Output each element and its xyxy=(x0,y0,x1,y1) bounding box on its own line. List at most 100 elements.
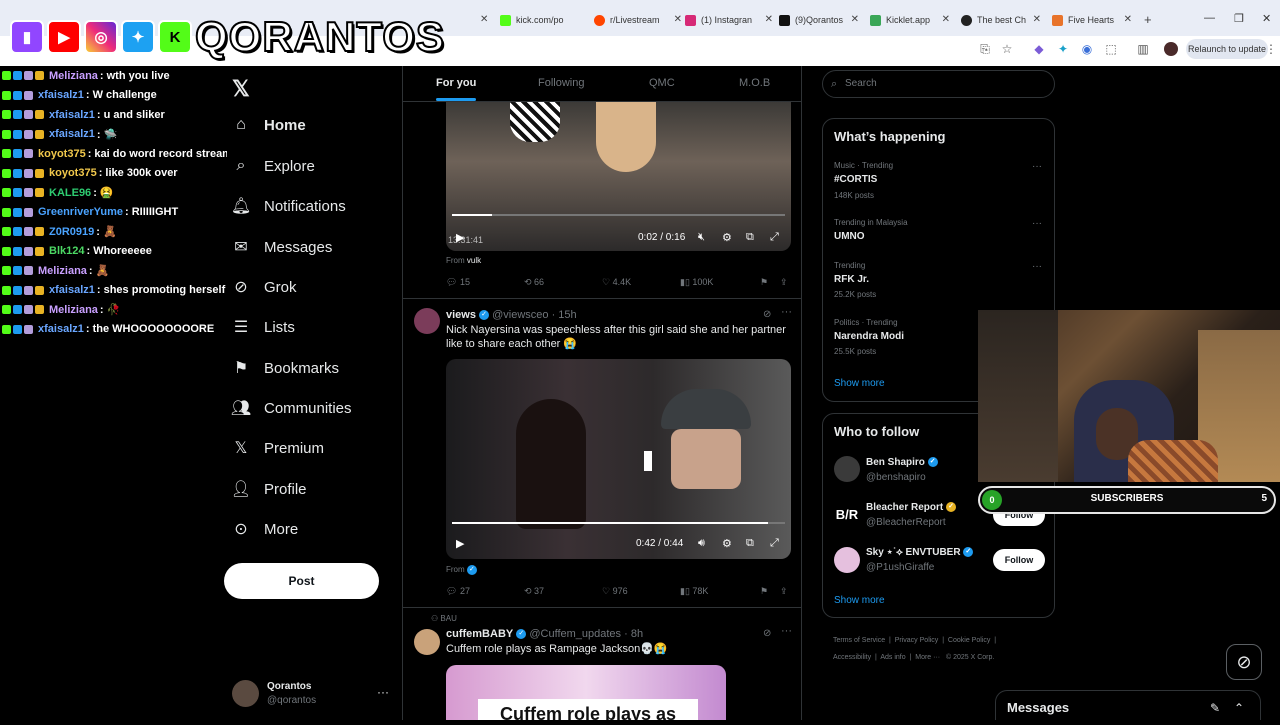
browser-tab[interactable]: Kicklet.app ✕ xyxy=(870,8,950,32)
avatar[interactable]: B/R xyxy=(834,502,860,528)
avatar[interactable] xyxy=(834,456,860,482)
picture-in-picture-icon[interactable]: ⧉ xyxy=(746,537,754,550)
chat-username[interactable]: xfaisalz1 xyxy=(38,89,84,101)
author-handle[interactable]: @Cuffem_updates xyxy=(529,628,621,640)
more-options-icon[interactable]: ··· xyxy=(781,306,792,318)
nav-bookmarks[interactable]: ⚑ Bookmarks xyxy=(232,353,339,383)
chat-username[interactable]: xfaisalz1 xyxy=(49,109,95,121)
grok-icon[interactable]: ⊘ xyxy=(763,628,771,639)
new-tab-button[interactable]: + xyxy=(1144,12,1152,27)
sidebar-icon[interactable]: ▥ xyxy=(1136,42,1150,56)
more-options-icon[interactable]: ··· xyxy=(1032,218,1042,229)
browser-tab[interactable]: (9)Qorantos ✕ xyxy=(779,8,859,32)
grok-icon[interactable]: ⊘ xyxy=(763,309,771,320)
play-icon[interactable]: ▶ xyxy=(456,537,464,550)
close-tab-icon[interactable]: ✕ xyxy=(1033,14,1041,25)
avatar[interactable] xyxy=(414,629,440,655)
extension-icon[interactable]: ◆ xyxy=(1032,42,1046,56)
fullscreen-icon[interactable]: ⤢ xyxy=(770,231,779,244)
post-button[interactable]: Post xyxy=(224,563,379,599)
chat-username[interactable]: xfaisalz1 xyxy=(49,284,95,296)
share-icon[interactable]: ⇪ xyxy=(780,586,788,597)
tab-mob[interactable]: M.O.B xyxy=(739,77,770,89)
close-window-icon[interactable]: ✕ xyxy=(1262,12,1271,25)
footer-link[interactable]: Privacy Policy xyxy=(895,637,939,644)
follow-name[interactable]: Sky ⋆˙⟡ ENVTUBER ✓ xyxy=(866,547,974,558)
bookmark-star-icon[interactable]: ☆ xyxy=(1000,42,1014,56)
footer-link[interactable]: More ··· xyxy=(915,654,940,661)
follow-name[interactable]: Ben Shapiro ✓ xyxy=(866,457,938,468)
video-progress-track[interactable] xyxy=(452,214,785,216)
nav-profile[interactable]: 👤︎ Profile xyxy=(231,474,307,504)
close-tab-icon[interactable]: ✕ xyxy=(942,14,950,25)
avatar[interactable] xyxy=(414,308,440,334)
more-options-icon[interactable]: ··· xyxy=(377,685,389,699)
nav-premium[interactable]: 𝕏 Premium xyxy=(232,433,324,463)
reply-button[interactable]: 💬︎ 15 xyxy=(446,277,470,288)
browser-tab[interactable]: (1) Instagran ✕ xyxy=(685,8,773,32)
tweet-video[interactable]: ▶ 0:42 / 0:44 🔊︎ ⚙ ⧉ ⤢ xyxy=(446,359,791,559)
more-options-icon[interactable]: ··· xyxy=(781,625,792,637)
chat-username[interactable]: Blk124 xyxy=(49,245,84,257)
chat-username[interactable]: GreenriverYume xyxy=(38,206,123,218)
nav-lists[interactable]: ☰ Lists xyxy=(232,312,295,342)
minimize-icon[interactable]: — xyxy=(1204,12,1215,24)
chat-username[interactable]: koyot375 xyxy=(49,167,97,179)
tweet-video[interactable]: 13:31:41 ▶ 0:02 / 0:16 🔇︎ ⚙ ⧉ ⤢ xyxy=(446,102,791,251)
nav-explore[interactable]: ⌕ Explore xyxy=(232,151,315,181)
bookmark-icon[interactable]: ⚑ xyxy=(760,277,768,288)
chat-username[interactable]: xfaisalz1 xyxy=(49,128,95,140)
tab-for-you[interactable]: For you xyxy=(436,77,477,101)
close-tab-icon[interactable]: ✕ xyxy=(765,14,773,25)
nav-home[interactable]: ⌂ Home xyxy=(232,110,306,140)
nav-more[interactable]: ⊙ More xyxy=(232,514,298,544)
browser-tab[interactable]: The best Ch ✕ xyxy=(961,8,1041,32)
play-icon[interactable]: ▶ xyxy=(456,231,464,244)
browser-tab[interactable]: kick.com/po xyxy=(500,8,588,32)
fullscreen-icon[interactable]: ⤢ xyxy=(770,537,779,550)
restore-icon[interactable]: ❐ xyxy=(1234,12,1244,25)
share-icon[interactable]: ⇪ xyxy=(780,277,788,288)
nav-communities[interactable]: 👥︎ Communities xyxy=(231,393,352,423)
account-switcher[interactable]: Qorantos @qorantos ··· xyxy=(232,679,397,709)
messages-drawer[interactable]: Messages ✎ ⌃ xyxy=(995,690,1261,720)
extensions-puzzle-icon[interactable]: ⬚ xyxy=(1104,42,1118,56)
views-button[interactable]: ▮▯ 100K xyxy=(680,277,713,288)
footer-link[interactable]: Cookie Policy xyxy=(948,637,990,644)
chat-username[interactable]: Meliziana xyxy=(49,304,98,316)
repost-button[interactable]: ⟲ 66 xyxy=(524,277,544,288)
like-button[interactable]: ♡ 976 xyxy=(602,586,628,597)
browser-tab[interactable]: Five Hearts ✕ xyxy=(1052,8,1132,32)
picture-in-picture-icon[interactable]: ⧉ xyxy=(746,231,754,244)
chat-username[interactable]: koyot375 xyxy=(38,148,86,160)
author-name[interactable]: views xyxy=(446,309,476,321)
video-progress-track[interactable] xyxy=(452,522,785,524)
chat-username[interactable]: Z0R0919 xyxy=(49,226,94,238)
tweet-video[interactable]: Cuffem role plays as xyxy=(446,665,726,720)
chat-username[interactable]: xfaisalz1 xyxy=(38,323,84,335)
mute-icon[interactable]: 🔇︎ xyxy=(698,231,705,244)
relaunch-button[interactable]: Relaunch to update xyxy=(1186,39,1268,59)
follow-button[interactable]: Follow xyxy=(993,549,1045,571)
grok-button-icon[interactable]: ⊘ xyxy=(1226,644,1262,680)
settings-icon[interactable]: ⚙ xyxy=(722,537,732,550)
author-handle[interactable]: @viewsceo xyxy=(492,309,548,321)
close-tab-icon[interactable]: ✕ xyxy=(851,14,859,25)
browser-tab[interactable]: r/Livestream ✕ xyxy=(594,8,682,32)
show-more-link[interactable]: Show more xyxy=(834,595,885,606)
more-options-icon[interactable]: ··· xyxy=(1032,261,1042,272)
repost-button[interactable]: ⟲ 37 xyxy=(524,586,544,597)
follow-name[interactable]: Bleacher Report ✓ xyxy=(866,502,957,513)
footer-link[interactable]: Accessibility xyxy=(833,654,871,661)
nav-notifications[interactable]: 🔔︎ Notifications xyxy=(231,191,346,221)
profile-avatar-icon[interactable] xyxy=(1164,42,1178,56)
install-app-icon[interactable]: ⎘ xyxy=(978,42,992,56)
reply-button[interactable]: 💬︎ 27 xyxy=(446,586,470,597)
settings-icon[interactable]: ⚙ xyxy=(722,231,732,244)
from-user[interactable]: vulk xyxy=(467,256,481,265)
chat-username[interactable]: Meliziana xyxy=(49,70,98,82)
extension-icon[interactable]: ✦ xyxy=(1056,42,1070,56)
volume-icon[interactable]: 🔊︎ xyxy=(698,537,705,550)
show-more-link[interactable]: Show more xyxy=(834,378,885,389)
close-tab-icon[interactable]: ✕ xyxy=(1124,14,1132,25)
